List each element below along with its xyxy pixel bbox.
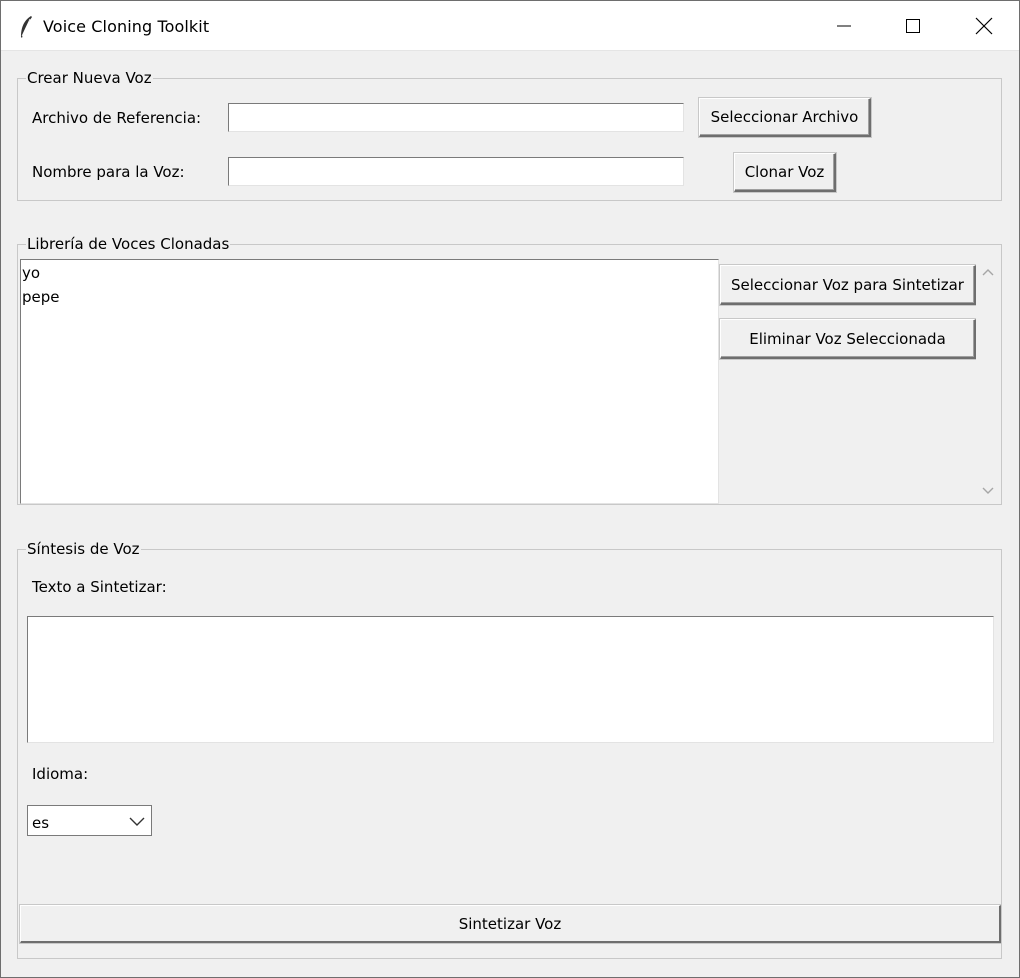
feather-icon — [21, 16, 32, 38]
reference-file-label: Archivo de Referencia: — [32, 109, 202, 127]
minimize-icon — [837, 25, 851, 27]
app-window: Voice Cloning Toolkit Crear Nueva Voz Ar… — [0, 0, 1020, 978]
reference-file-input[interactable] — [228, 103, 684, 132]
scroll-up-button[interactable] — [976, 260, 1000, 284]
synthesis-group: Síntesis de Voz — [17, 541, 1002, 959]
text-to-synthesize-input[interactable] — [27, 616, 994, 743]
clone-voice-button[interactable]: Clonar Voz — [734, 153, 836, 192]
maximize-icon — [906, 19, 920, 33]
voice-name-label: Nombre para la Voz: — [32, 163, 185, 181]
select-file-button[interactable]: Seleccionar Archivo — [699, 98, 871, 137]
voice-name-input[interactable] — [228, 157, 684, 186]
scroll-down-button[interactable] — [976, 479, 1000, 503]
maximize-button[interactable] — [878, 1, 948, 51]
language-select[interactable]: es — [27, 805, 152, 836]
voice-list-item[interactable]: pepe — [21, 285, 718, 309]
title-bar[interactable]: Voice Cloning Toolkit — [1, 1, 1019, 51]
synthesis-legend: Síntesis de Voz — [27, 540, 140, 558]
language-label: Idioma: — [32, 765, 89, 783]
minimize-button[interactable] — [809, 1, 879, 51]
voice-list-item[interactable]: yo — [21, 261, 718, 285]
create-voice-legend: Crear Nueva Voz — [27, 69, 152, 87]
voice-list-scrollbar[interactable] — [976, 260, 1000, 503]
text-to-synthesize-label: Texto a Sintetizar: — [32, 578, 167, 596]
synthesize-button[interactable]: Sintetizar Voz — [20, 905, 1001, 943]
voice-library-legend: Librería de Voces Clonadas — [27, 235, 230, 253]
chevron-down-icon — [982, 487, 994, 494]
window-title: Voice Cloning Toolkit — [43, 17, 210, 36]
chevron-up-icon — [982, 269, 994, 276]
delete-voice-button[interactable]: Eliminar Voz Seleccionada — [720, 319, 976, 359]
select-voice-button[interactable]: Seleccionar Voz para Sintetizar — [720, 265, 976, 305]
chevron-down-icon[interactable] — [129, 815, 145, 827]
language-select-value: es — [32, 814, 50, 832]
close-icon — [975, 17, 993, 35]
close-button[interactable] — [949, 1, 1019, 51]
voice-listbox[interactable]: yo pepe — [20, 259, 719, 504]
